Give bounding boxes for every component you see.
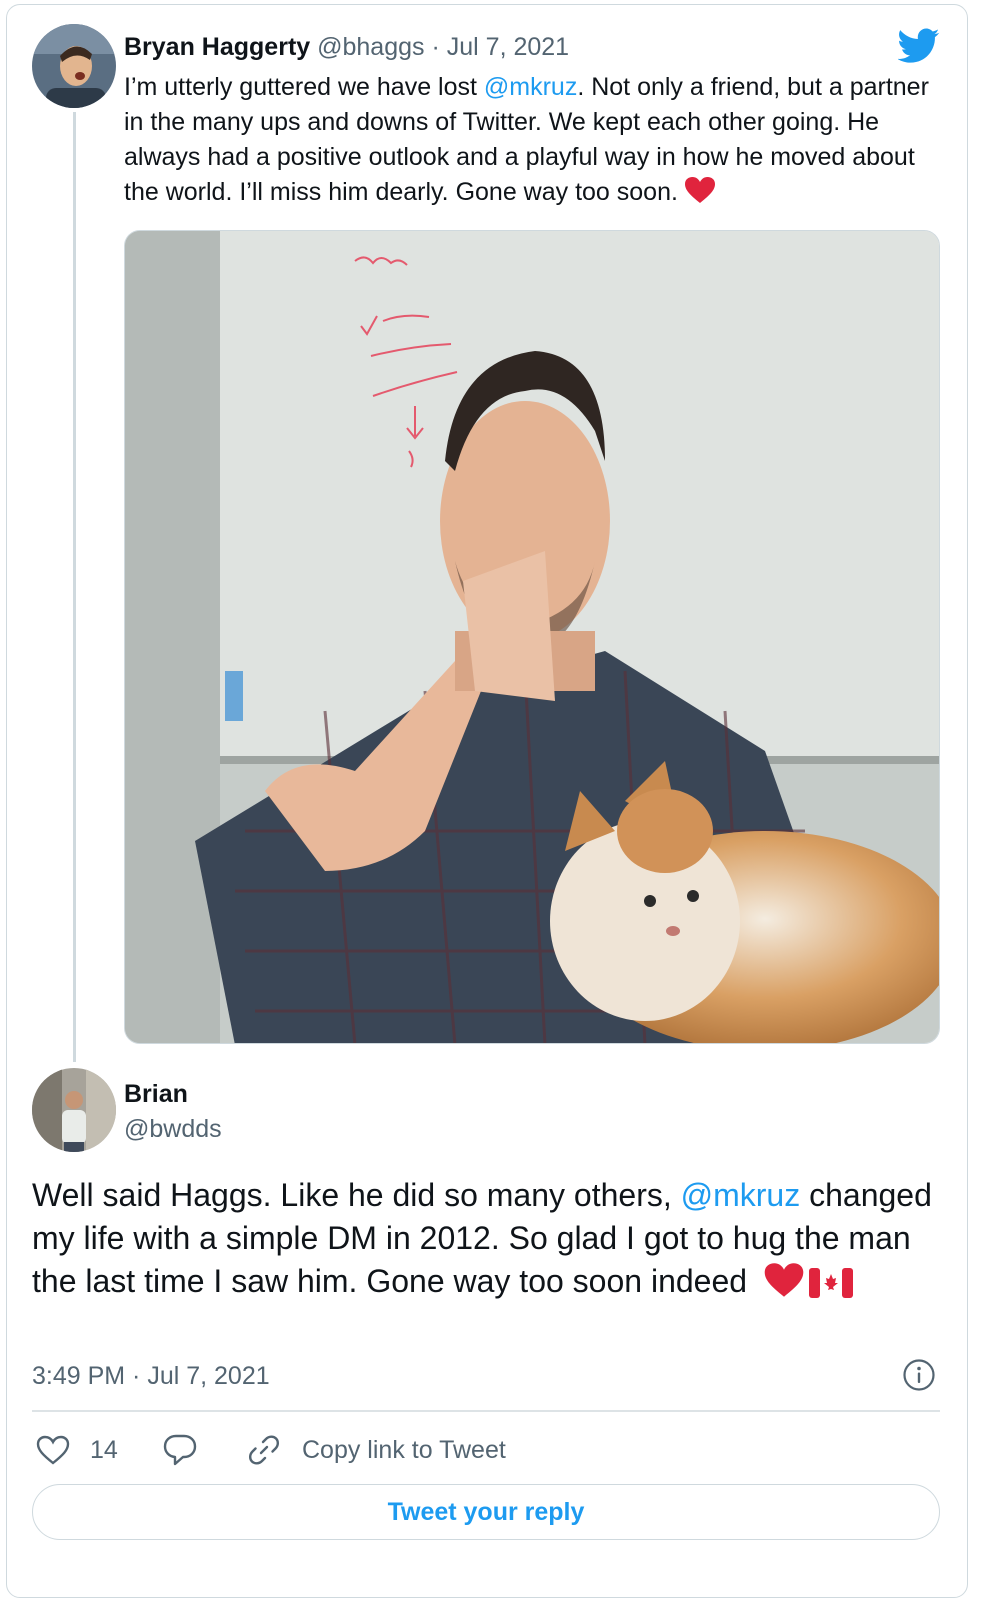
reply-author-handle[interactable]: @bwdds	[124, 1113, 222, 1145]
speech-bubble-icon	[163, 1434, 197, 1466]
reply-text-part-1: Well said Haggs. Like he did so many oth…	[32, 1177, 681, 1213]
brian-avatar[interactable]	[32, 1068, 116, 1152]
like-button[interactable]: 14	[36, 1430, 118, 1470]
like-count: 14	[90, 1435, 118, 1464]
heart-outline-icon	[36, 1435, 70, 1465]
tweet-your-reply-button[interactable]: Tweet your reply	[32, 1484, 940, 1540]
red-heart-emoji-icon	[764, 1263, 804, 1297]
reply-emojis	[763, 1262, 854, 1309]
copy-link-button[interactable]: Copy link to Tweet	[246, 1430, 506, 1470]
header-separator: ·	[431, 33, 440, 61]
link-icon	[248, 1435, 280, 1465]
bryan-avatar[interactable]	[32, 24, 116, 108]
parent-mention-link[interactable]: @mkruz	[484, 73, 577, 101]
reply-timestamp[interactable]: 3:49 PM · Jul 7, 2021	[32, 1360, 270, 1392]
parent-author-name[interactable]: Bryan Haggerty	[124, 33, 310, 61]
copy-link-label: Copy link to Tweet	[302, 1435, 506, 1464]
info-icon[interactable]	[902, 1358, 936, 1397]
parent-tweet-date[interactable]: Jul 7, 2021	[447, 33, 569, 61]
parent-tweet-header: Bryan Haggerty @bhaggs · Jul 7, 2021	[124, 30, 569, 64]
tweet-photo[interactable]	[124, 230, 940, 1044]
thread-connector-line	[73, 112, 76, 1062]
twitter-bird-icon[interactable]	[897, 28, 940, 69]
parent-tweet-text: I’m utterly guttered we have lost @mkruz…	[124, 70, 946, 214]
red-heart-emoji-icon	[684, 176, 716, 214]
reply-tweet-text: Well said Haggs. Like he did so many oth…	[32, 1174, 932, 1309]
canada-flag-emoji-icon	[809, 1268, 854, 1298]
parent-text-part-1: I’m utterly guttered we have lost	[124, 73, 484, 101]
action-divider	[32, 1410, 940, 1412]
parent-author-handle[interactable]: @bhaggs	[317, 33, 424, 61]
reply-author-name[interactable]: Brian	[124, 1078, 188, 1110]
reply-mention-link[interactable]: @mkruz	[681, 1177, 801, 1213]
reply-icon-button[interactable]	[162, 1430, 198, 1470]
photo-illustration	[125, 231, 939, 1043]
